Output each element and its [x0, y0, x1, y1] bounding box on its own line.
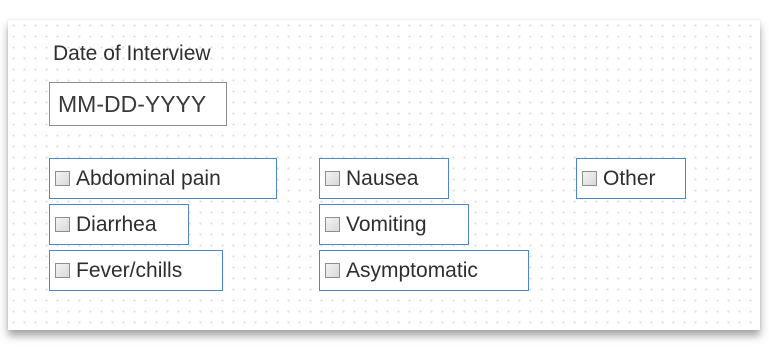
checkbox-icon[interactable]	[325, 217, 340, 232]
checkbox-diarrhea[interactable]: Diarrhea	[49, 204, 189, 245]
checkbox-icon[interactable]	[55, 171, 70, 186]
checkbox-label: Asymptomatic	[346, 258, 478, 282]
checkbox-asymptomatic[interactable]: Asymptomatic	[319, 250, 529, 291]
checkbox-label: Abdominal pain	[76, 166, 221, 190]
checkbox-icon[interactable]	[55, 217, 70, 232]
form-design-canvas: Date of Interview Abdominal pain Diarrhe…	[8, 20, 760, 330]
checkbox-label: Vomiting	[346, 212, 427, 236]
checkbox-abdominal-pain[interactable]: Abdominal pain	[49, 158, 277, 199]
checkbox-nausea[interactable]: Nausea	[319, 158, 449, 199]
checkbox-label: Fever/chills	[76, 258, 183, 282]
checkbox-fever-chills[interactable]: Fever/chills	[49, 250, 223, 291]
checkbox-icon[interactable]	[55, 263, 70, 278]
checkbox-vomiting[interactable]: Vomiting	[319, 204, 469, 245]
date-of-interview-input[interactable]	[49, 82, 227, 126]
checkbox-other[interactable]: Other	[576, 158, 686, 199]
checkbox-label: Nausea	[346, 166, 419, 190]
checkbox-label: Other	[603, 166, 656, 190]
date-of-interview-label: Date of Interview	[53, 42, 211, 65]
checkbox-icon[interactable]	[582, 171, 597, 186]
checkbox-icon[interactable]	[325, 171, 340, 186]
checkbox-label: Diarrhea	[76, 212, 157, 236]
checkbox-icon[interactable]	[325, 263, 340, 278]
